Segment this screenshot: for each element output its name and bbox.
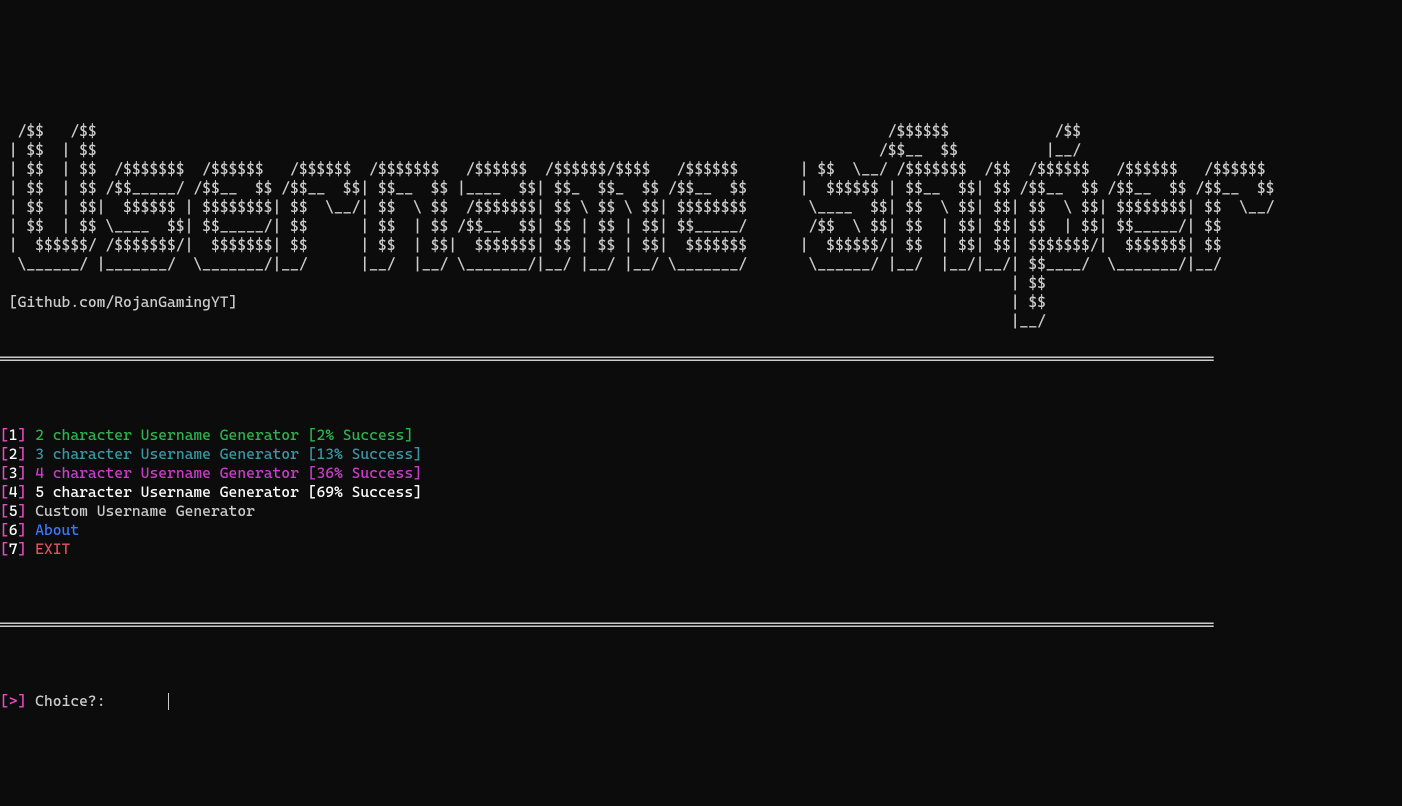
menu-item-1[interactable]: [1] 2 character Username Generator [2% S… bbox=[0, 426, 1402, 445]
bracket-open: [ bbox=[0, 692, 9, 710]
prompt-gt: > bbox=[9, 692, 18, 710]
bracket-open: [ bbox=[0, 426, 9, 444]
bracket-close: ] bbox=[18, 464, 27, 482]
menu-index: 3 bbox=[9, 464, 18, 482]
prompt-label: Choice?: bbox=[26, 692, 114, 710]
bracket-open: [ bbox=[0, 540, 9, 558]
menu-label: Custom Username Generator bbox=[35, 502, 255, 520]
menu-index: 4 bbox=[9, 483, 18, 501]
menu-index: 7 bbox=[9, 540, 18, 558]
bracket-close: ] bbox=[18, 445, 27, 463]
menu-label: 4 character Username Generator [36% Succ… bbox=[35, 464, 422, 482]
menu-label: EXIT bbox=[35, 540, 70, 558]
blank-line-1 bbox=[0, 388, 1402, 407]
bracket-close: ] bbox=[18, 502, 27, 520]
menu-item-2[interactable]: [2] 3 character Username Generator [13% … bbox=[0, 445, 1402, 464]
menu-label: 2 character Username Generator [2% Succe… bbox=[35, 426, 413, 444]
separator-top: ════════════════════════════════════════… bbox=[0, 350, 1402, 369]
prompt-line: [>] Choice?: bbox=[0, 692, 1402, 711]
menu-index: 2 bbox=[9, 445, 18, 463]
bracket-close: ] bbox=[18, 521, 27, 539]
menu-index: 6 bbox=[9, 521, 18, 539]
menu-item-7[interactable]: [7] EXIT bbox=[0, 540, 1402, 559]
bracket-open: [ bbox=[0, 464, 9, 482]
bracket-open: [ bbox=[0, 502, 9, 520]
menu-label: 3 character Username Generator [13% Succ… bbox=[35, 445, 422, 463]
bracket-close: ] bbox=[18, 483, 27, 501]
bracket-close: ] bbox=[18, 426, 27, 444]
menu-item-4[interactable]: [4] 5 character Username Generator [69% … bbox=[0, 483, 1402, 502]
menu: [1] 2 character Username Generator [2% S… bbox=[0, 426, 1402, 559]
choice-input[interactable] bbox=[114, 692, 167, 711]
menu-index: 5 bbox=[9, 502, 18, 520]
menu-item-3[interactable]: [3] 4 character Username Generator [36% … bbox=[0, 464, 1402, 483]
menu-item-6[interactable]: [6] About bbox=[0, 521, 1402, 540]
menu-label: 5 character Username Generator [69% Succ… bbox=[35, 483, 422, 501]
blank-line-3 bbox=[0, 654, 1402, 673]
bracket-close: ] bbox=[18, 540, 27, 558]
bracket-open: [ bbox=[0, 445, 9, 463]
separator-bottom: ════════════════════════════════════════… bbox=[0, 616, 1402, 635]
bracket-open: [ bbox=[0, 483, 9, 501]
menu-index: 1 bbox=[9, 426, 18, 444]
ascii-banner: /$$ /$$ /$$$$$$ /$$ | $$ | $$ bbox=[0, 84, 1402, 331]
menu-label: About bbox=[35, 521, 79, 539]
menu-item-5[interactable]: [5] Custom Username Generator bbox=[0, 502, 1402, 521]
cursor bbox=[168, 693, 169, 710]
bracket-open: [ bbox=[0, 521, 9, 539]
blank-line-2 bbox=[0, 578, 1402, 597]
